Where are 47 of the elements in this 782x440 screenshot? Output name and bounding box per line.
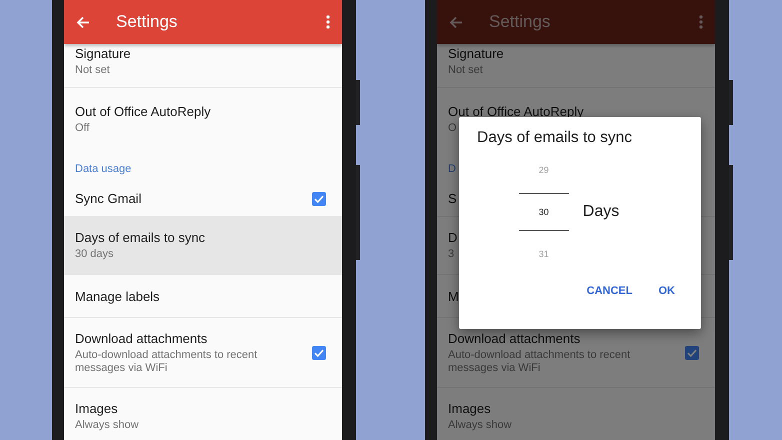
settings-item[interactable]: Images Always show [64, 388, 342, 440]
setting-title: Sync Gmail [75, 191, 142, 206]
setting-title: Manage labels [75, 288, 160, 304]
setting-title: Out of Office AutoReply [448, 104, 584, 119]
setting-title: M [448, 288, 459, 304]
settings-item[interactable]: Out of Office AutoReply Off [64, 88, 342, 150]
more-options-icon[interactable] [699, 15, 703, 29]
section-header: D [448, 163, 456, 175]
setting-title: D [448, 230, 458, 245]
setting-value: Not set [448, 64, 483, 77]
settings-item[interactable]: Days of emails to sync 30 days [64, 217, 342, 275]
checkbox[interactable] [312, 192, 326, 206]
settings-item[interactable]: Signature Not set [437, 44, 715, 88]
more-options-icon[interactable] [326, 15, 330, 29]
back-arrow-icon[interactable] [449, 16, 463, 28]
setting-title: Days of emails to sync [75, 230, 206, 245]
setting-value: O [448, 122, 457, 135]
settings-item[interactable]: Signature Not set [64, 44, 342, 88]
settings-item[interactable]: Images Always show [437, 388, 715, 440]
setting-value: Always show [75, 419, 139, 432]
section-header: Data usage [75, 163, 132, 175]
settings-item[interactable]: Download attachments Auto-download attachments to recent messages via WiFi [64, 318, 342, 388]
setting-value: Always show [448, 419, 512, 432]
app-bar-title: Settings [116, 12, 178, 32]
dialog-title: Days of emails to sync [476, 129, 634, 147]
dialog-button[interactable]: OK [658, 285, 675, 297]
setting-value: Auto-download attachments to recent messages via WiFi [75, 348, 258, 374]
setting-title: Download attachments [448, 330, 580, 346]
picker-value[interactable]: 30 [518, 193, 569, 231]
setting-title: Download attachments [75, 330, 208, 346]
setting-title: S [448, 191, 457, 206]
setting-title: Signature [75, 46, 131, 61]
setting-value: 3 [448, 248, 454, 261]
setting-value: Not set [75, 64, 110, 77]
setting-title: Out of Office AutoReply [75, 104, 211, 119]
picker-unit: Days [582, 203, 620, 221]
setting-title: Signature [448, 46, 504, 61]
setting-value: 30 days [75, 248, 114, 261]
setting-value: Auto-download attachments to recent messages via WiFi [448, 348, 632, 374]
settings-item[interactable]: Manage labels [64, 275, 342, 318]
setting-title: Images [75, 401, 118, 416]
setting-title: Images [448, 401, 491, 416]
checkbox[interactable] [685, 346, 699, 360]
app-bar-title: Settings [489, 12, 552, 32]
dialog-button[interactable]: CANCEL [586, 285, 632, 297]
checkbox[interactable] [312, 346, 326, 360]
setting-value: Off [75, 122, 90, 135]
